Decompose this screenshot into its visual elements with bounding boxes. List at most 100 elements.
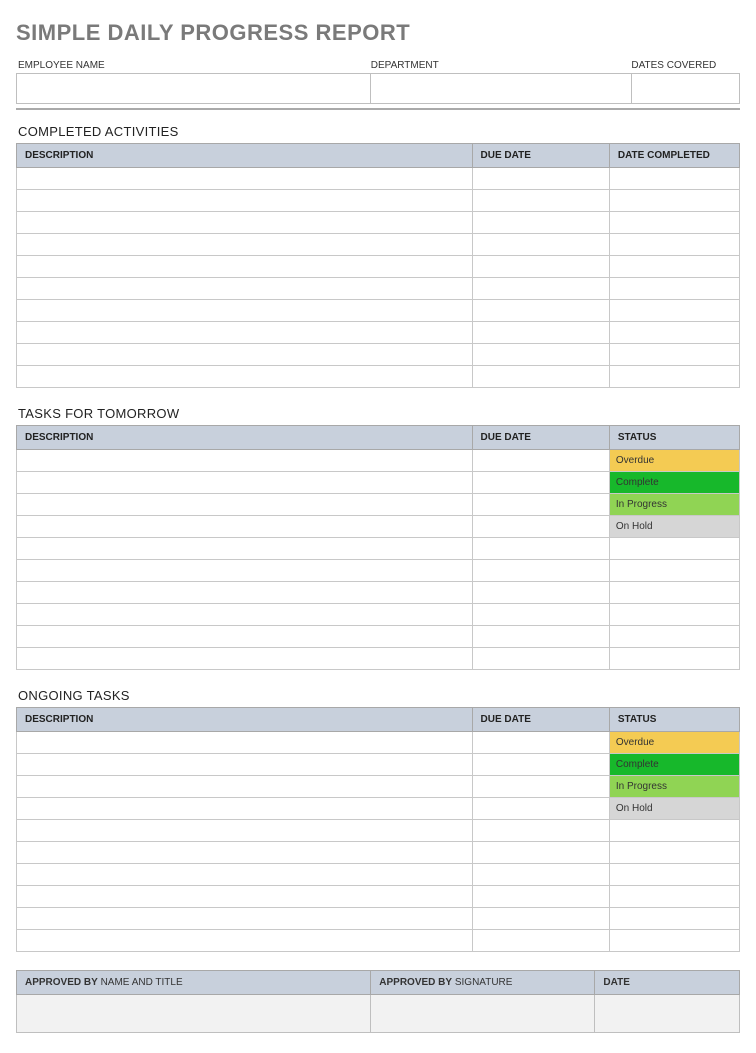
cell-desc[interactable] <box>17 776 473 798</box>
cell-desc[interactable] <box>17 930 473 952</box>
cell-desc[interactable] <box>17 538 473 560</box>
cell-desc[interactable] <box>17 344 473 366</box>
department-field[interactable] <box>371 74 631 104</box>
cell-desc[interactable] <box>17 798 473 820</box>
cell-status[interactable]: In Progress <box>609 776 739 798</box>
cell-due[interactable] <box>472 754 609 776</box>
cell-due[interactable] <box>472 732 609 754</box>
cell-done[interactable] <box>609 212 739 234</box>
cell-status[interactable] <box>609 908 739 930</box>
cell-desc[interactable] <box>17 754 473 776</box>
cell-desc[interactable] <box>17 604 473 626</box>
cell-desc[interactable] <box>17 886 473 908</box>
cell-status[interactable] <box>609 886 739 908</box>
cell-status[interactable]: On Hold <box>609 516 739 538</box>
cell-due[interactable] <box>472 820 609 842</box>
cell-status[interactable] <box>609 538 739 560</box>
cell-due[interactable] <box>472 300 609 322</box>
cell-desc[interactable] <box>17 366 473 388</box>
cell-desc[interactable] <box>17 560 473 582</box>
cell-due[interactable] <box>472 278 609 300</box>
cell-desc[interactable] <box>17 256 473 278</box>
cell-desc[interactable] <box>17 626 473 648</box>
cell-status[interactable] <box>609 560 739 582</box>
cell-desc[interactable] <box>17 472 473 494</box>
cell-due[interactable] <box>472 538 609 560</box>
cell-done[interactable] <box>609 300 739 322</box>
table-row <box>17 190 740 212</box>
cell-done[interactable] <box>609 322 739 344</box>
completed-section-title: COMPLETED ACTIVITIES <box>18 124 740 139</box>
cell-desc[interactable] <box>17 322 473 344</box>
cell-due[interactable] <box>472 930 609 952</box>
cell-due[interactable] <box>472 168 609 190</box>
cell-desc[interactable] <box>17 864 473 886</box>
cell-status[interactable] <box>609 820 739 842</box>
cell-desc[interactable] <box>17 168 473 190</box>
cell-due[interactable] <box>472 864 609 886</box>
cell-status[interactable] <box>609 604 739 626</box>
cell-due[interactable] <box>472 472 609 494</box>
cell-done[interactable] <box>609 256 739 278</box>
approval-date-field[interactable] <box>595 995 740 1033</box>
cell-done[interactable] <box>609 168 739 190</box>
cell-due[interactable] <box>472 582 609 604</box>
cell-desc[interactable] <box>17 450 473 472</box>
approval-signature-field[interactable] <box>371 995 595 1033</box>
cell-due[interactable] <box>472 604 609 626</box>
cell-desc[interactable] <box>17 212 473 234</box>
cell-status[interactable] <box>609 842 739 864</box>
cell-desc[interactable] <box>17 908 473 930</box>
cell-status[interactable]: Complete <box>609 754 739 776</box>
cell-due[interactable] <box>472 648 609 670</box>
cell-desc[interactable] <box>17 732 473 754</box>
cell-done[interactable] <box>609 278 739 300</box>
cell-due[interactable] <box>472 798 609 820</box>
cell-due[interactable] <box>472 322 609 344</box>
cell-due[interactable] <box>472 190 609 212</box>
cell-due[interactable] <box>472 234 609 256</box>
cell-status[interactable] <box>609 930 739 952</box>
cell-due[interactable] <box>472 366 609 388</box>
cell-desc[interactable] <box>17 300 473 322</box>
cell-desc[interactable] <box>17 820 473 842</box>
cell-desc[interactable] <box>17 278 473 300</box>
cell-due[interactable] <box>472 516 609 538</box>
cell-status[interactable]: Complete <box>609 472 739 494</box>
cell-status[interactable] <box>609 582 739 604</box>
cell-status[interactable] <box>609 648 739 670</box>
table-row <box>17 842 740 864</box>
cell-done[interactable] <box>609 366 739 388</box>
cell-desc[interactable] <box>17 842 473 864</box>
cell-due[interactable] <box>472 776 609 798</box>
employee-name-field[interactable] <box>17 74 371 104</box>
cell-status[interactable] <box>609 626 739 648</box>
approval-name-field[interactable] <box>17 995 371 1033</box>
cell-due[interactable] <box>472 908 609 930</box>
cell-due[interactable] <box>472 842 609 864</box>
cell-desc[interactable] <box>17 494 473 516</box>
cell-due[interactable] <box>472 344 609 366</box>
cell-done[interactable] <box>609 190 739 212</box>
cell-due[interactable] <box>472 212 609 234</box>
cell-status[interactable] <box>609 864 739 886</box>
cell-desc[interactable] <box>17 648 473 670</box>
cell-status[interactable]: Overdue <box>609 732 739 754</box>
cell-status[interactable]: In Progress <box>609 494 739 516</box>
cell-due[interactable] <box>472 494 609 516</box>
cell-due[interactable] <box>472 560 609 582</box>
cell-done[interactable] <box>609 344 739 366</box>
cell-desc[interactable] <box>17 582 473 604</box>
cell-due[interactable] <box>472 256 609 278</box>
cell-due[interactable] <box>472 626 609 648</box>
tomorrow-header-desc: DESCRIPTION <box>17 426 473 450</box>
cell-desc[interactable] <box>17 190 473 212</box>
cell-desc[interactable] <box>17 234 473 256</box>
cell-due[interactable] <box>472 886 609 908</box>
cell-due[interactable] <box>472 450 609 472</box>
cell-status[interactable]: Overdue <box>609 450 739 472</box>
cell-done[interactable] <box>609 234 739 256</box>
cell-status[interactable]: On Hold <box>609 798 739 820</box>
cell-desc[interactable] <box>17 516 473 538</box>
dates-covered-field[interactable] <box>631 74 739 104</box>
